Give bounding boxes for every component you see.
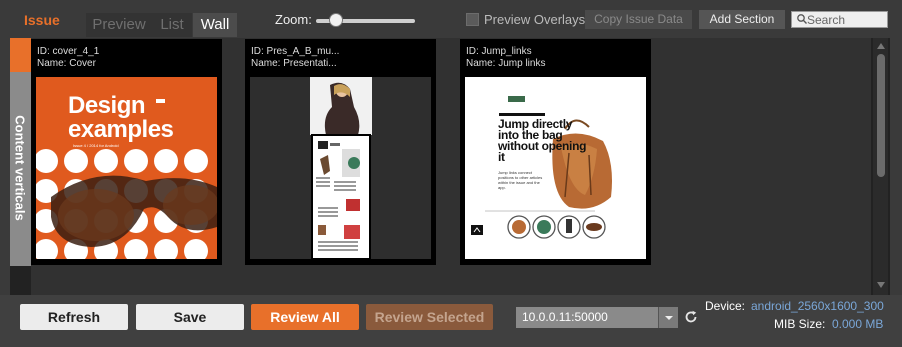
preview-overlays-checkbox[interactable] xyxy=(466,13,479,26)
search-input[interactable] xyxy=(807,11,887,28)
save-button[interactable]: Save xyxy=(136,304,244,330)
article-name: Name: Jump links xyxy=(466,58,546,69)
cover-title: Design examples xyxy=(68,92,174,143)
device-address-select[interactable]: 10.0.0.11:50000 xyxy=(516,307,658,328)
refresh-button[interactable]: Refresh xyxy=(20,304,128,330)
scroll-down-icon[interactable] xyxy=(876,281,886,289)
cover-subtitle: Issue 4 / 2014 for Android xyxy=(73,143,119,148)
article-name: Name: Presentati... xyxy=(251,58,337,69)
mib-size-label: MIB Size: xyxy=(774,317,826,331)
section-title-issue: Issue xyxy=(24,12,60,28)
tab-wall[interactable]: Wall xyxy=(193,13,237,37)
copy-issue-data-button[interactable]: Copy Issue Data xyxy=(585,10,692,29)
cover-thumbnail: Design examples Issue 4 / 2014 for Andro… xyxy=(36,77,217,259)
add-section-button[interactable]: Add Section xyxy=(699,10,785,29)
content-verticals-label: Content verticals xyxy=(12,115,28,221)
jump-links-body: Jump links connect positions to other ar… xyxy=(498,170,543,190)
device-value: android_2560x1600_300 xyxy=(751,299,884,313)
tab-preview[interactable]: Preview xyxy=(86,13,152,37)
article-card-jump-links[interactable]: ID: Jump_links Name: Jump links Jump dir… xyxy=(460,39,651,265)
article-card-presentation[interactable]: ID: Pres_A_B_mu... Name: Presentati... xyxy=(245,39,436,265)
vertical-tab-accent xyxy=(10,38,31,72)
scroll-up-icon[interactable] xyxy=(876,42,886,50)
article-id: ID: Pres_A_B_mu... xyxy=(251,46,340,57)
chevron-down-icon xyxy=(665,316,673,320)
article-name: Name: Cover xyxy=(37,58,96,69)
article-id: ID: Jump_links xyxy=(466,46,532,57)
device-label: Device: xyxy=(705,299,746,313)
article-id: ID: cover_4_1 xyxy=(37,46,100,57)
mib-size-value: 0.000 MB xyxy=(832,317,884,331)
jump-links-artwork xyxy=(465,77,646,259)
device-address-dropdown-button[interactable] xyxy=(658,307,678,328)
article-card-cover[interactable]: ID: cover_4_1 Name: Cover Design example xyxy=(31,39,222,265)
scrollbar-thumb[interactable] xyxy=(877,54,885,177)
jump-links-headline: Jump directly into the bag without openi… xyxy=(498,117,587,164)
review-selected-button[interactable]: Review Selected xyxy=(366,304,493,330)
presentation-artwork xyxy=(310,77,372,259)
zoom-slider-thumb[interactable] xyxy=(328,13,343,27)
refresh-icon[interactable] xyxy=(684,310,698,324)
presentation-thumbnail xyxy=(250,77,431,259)
preview-overlays-label: Preview Overlays xyxy=(484,12,586,27)
zoom-label: Zoom: xyxy=(275,12,312,27)
review-all-button[interactable]: Review All xyxy=(251,304,359,330)
tab-list[interactable]: List xyxy=(152,13,192,37)
jump-links-thumbnail: Jump directly into the bag without openi… xyxy=(465,77,646,259)
